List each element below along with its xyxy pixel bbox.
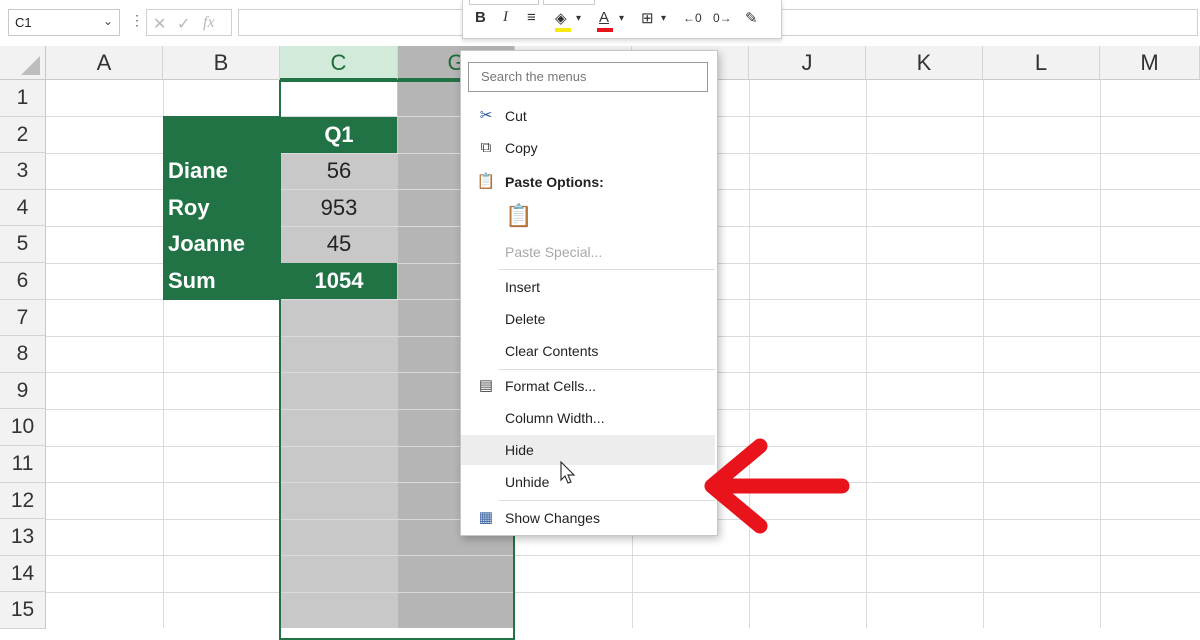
row-header[interactable]: 3 xyxy=(0,153,46,190)
grid-line xyxy=(46,592,1200,593)
row-header[interactable]: 15 xyxy=(0,592,46,629)
fill-color-swatch xyxy=(555,28,571,32)
grid-line xyxy=(749,80,750,628)
menu-item-delete[interactable]: Delete xyxy=(461,304,715,334)
more-options-icon[interactable]: ⋮ xyxy=(130,12,144,29)
value-cell[interactable]: 45 xyxy=(281,226,397,263)
row-header[interactable]: 2 xyxy=(0,116,46,154)
font-color-icon[interactable]: A xyxy=(599,9,609,26)
column-header-b[interactable]: B xyxy=(163,46,280,80)
column-header-a[interactable]: A xyxy=(46,46,163,80)
name-cell[interactable]: Joanne xyxy=(168,226,278,263)
red-arrow-icon xyxy=(704,438,850,534)
grid-line xyxy=(866,80,867,628)
fill-color-icon[interactable]: ◈ xyxy=(555,9,567,27)
insert-function-icon[interactable]: fx xyxy=(203,14,215,32)
row-header[interactable]: 9 xyxy=(0,372,46,410)
menu-item-column-width[interactable]: Column Width... xyxy=(461,403,715,433)
align-center-icon[interactable]: ≡ xyxy=(527,9,536,26)
menu-separator xyxy=(499,369,715,370)
header-cell-q1[interactable]: Q1 xyxy=(281,117,397,153)
grid-line xyxy=(1100,80,1101,628)
menu-item-insert[interactable]: Insert xyxy=(461,272,715,302)
font-size-box[interactable] xyxy=(543,0,595,5)
italic-icon[interactable]: I xyxy=(503,9,508,26)
column-header-l[interactable]: L xyxy=(983,46,1100,80)
bold-icon[interactable]: B xyxy=(475,9,486,26)
paste-option-clipboard-icon: 📋 xyxy=(505,203,533,228)
column-header-m[interactable]: M xyxy=(1100,46,1200,80)
format-painter-icon[interactable]: ✎ xyxy=(745,9,758,27)
chevron-down-icon[interactable]: ▾ xyxy=(576,13,581,24)
menu-search-input[interactable]: Search the menus xyxy=(468,62,708,92)
chevron-down-icon[interactable]: ▾ xyxy=(619,13,624,24)
menu-separator xyxy=(499,269,715,270)
row-header[interactable]: 8 xyxy=(0,336,46,373)
menu-separator xyxy=(499,500,715,501)
row-header[interactable]: 12 xyxy=(0,482,46,520)
row-header[interactable]: 7 xyxy=(0,299,46,337)
name-box-value: C1 xyxy=(15,15,32,30)
chevron-down-icon[interactable]: ⌄ xyxy=(103,14,113,28)
row-header[interactable]: 5 xyxy=(0,226,46,263)
select-all-corner[interactable] xyxy=(0,46,46,80)
grid-line xyxy=(46,555,1200,556)
menu-item-copy[interactable]: ⧉ Copy xyxy=(461,133,715,163)
menu-item-paste-options: 📋 Paste Options: xyxy=(461,167,715,197)
column-header-c[interactable]: C xyxy=(280,46,398,80)
row-header[interactable]: 1 xyxy=(0,80,46,117)
menu-item-hide[interactable]: Hide xyxy=(461,435,715,465)
column-header-k[interactable]: K xyxy=(866,46,983,80)
chevron-down-icon[interactable]: ▾ xyxy=(661,13,666,24)
name-cell[interactable]: Sum xyxy=(168,263,278,300)
decrease-decimal-icon[interactable]: 0→ xyxy=(713,11,732,25)
font-name-box[interactable] xyxy=(469,0,539,5)
menu-item-show-changes[interactable]: ▦ Show Changes xyxy=(461,503,715,533)
select-all-icon xyxy=(21,56,40,75)
increase-decimal-icon[interactable]: ←0 xyxy=(683,11,702,25)
menu-item-format-cells[interactable]: ▤ Format Cells... xyxy=(461,371,715,401)
menu-item-clear-contents[interactable]: Clear Contents xyxy=(461,336,715,366)
formula-buttons: ✕ ✓ fx xyxy=(146,9,232,36)
format-cells-icon: ▤ xyxy=(478,377,494,394)
name-box[interactable]: C1 ⌄ xyxy=(8,9,120,36)
row-header[interactable]: 4 xyxy=(0,189,46,227)
row-header[interactable]: 14 xyxy=(0,555,46,593)
clipboard-icon: 📋 xyxy=(476,173,496,190)
mini-toolbar: B I ≡ ◈ ▾ A ▾ ⊞ ▾ ←0 0→ ✎ xyxy=(462,0,782,39)
value-cell[interactable]: 953 xyxy=(281,190,397,227)
scissors-icon: ✂ xyxy=(479,107,493,124)
show-changes-icon: ▦ xyxy=(478,509,494,526)
mouse-pointer-icon xyxy=(560,461,576,484)
menu-item-cut[interactable]: ✂ Cut xyxy=(461,101,715,131)
row-header[interactable]: 6 xyxy=(0,263,46,300)
copy-icon: ⧉ xyxy=(480,139,492,156)
grid-line xyxy=(983,80,984,628)
column-header-j[interactable]: J xyxy=(749,46,866,80)
borders-icon[interactable]: ⊞ xyxy=(641,9,654,27)
row-header[interactable]: 10 xyxy=(0,409,46,446)
name-cell[interactable]: Roy xyxy=(168,190,278,227)
row-header[interactable]: 11 xyxy=(0,446,46,483)
font-color-swatch xyxy=(597,28,613,32)
cancel-icon[interactable]: ✕ xyxy=(153,14,166,34)
menu-item-paste-special: Paste Special... xyxy=(505,244,603,260)
name-cell[interactable]: Diane xyxy=(168,153,278,190)
context-menu: Search the menus ✂ Cut ⧉ Copy 📋 Paste Op… xyxy=(460,50,718,536)
sum-value-cell[interactable]: 1054 xyxy=(281,263,397,299)
row-header[interactable]: 13 xyxy=(0,519,46,556)
enter-icon[interactable]: ✓ xyxy=(177,14,190,34)
menu-item-unhide[interactable]: Unhide xyxy=(461,467,715,497)
value-cell[interactable]: 56 xyxy=(281,153,397,190)
